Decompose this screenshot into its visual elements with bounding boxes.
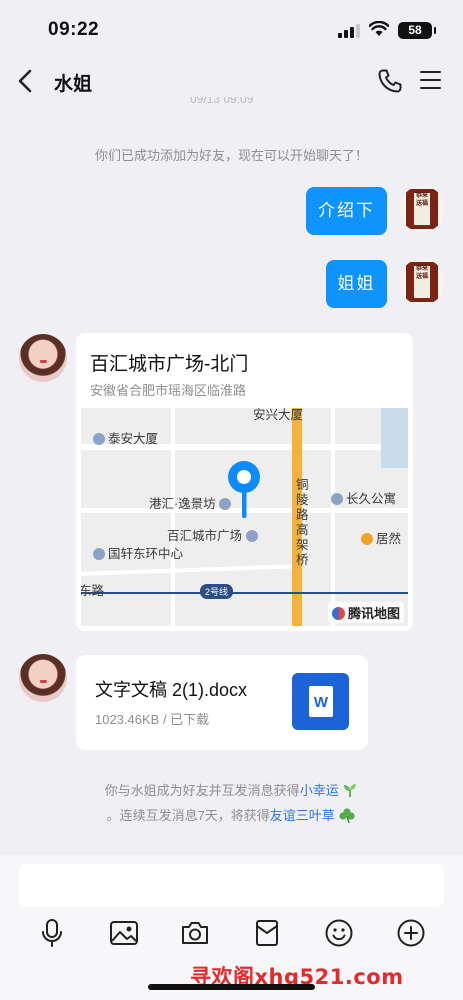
wifi-icon (369, 21, 389, 36)
lucky-link[interactable]: 小幸运 (300, 783, 339, 798)
phone-icon[interactable] (377, 68, 403, 94)
home-indicator (148, 984, 315, 990)
map-label: 国轩东环中心 (93, 543, 183, 562)
map-label: 长久公寓 (331, 488, 396, 507)
emoji-icon[interactable] (324, 918, 354, 948)
file-card[interactable]: 文字文稿 2(1).docx 1023.46KB / 已下载 W (76, 655, 368, 750)
map-logo: 腾讯地图 (327, 602, 404, 623)
contact-avatar[interactable] (19, 334, 67, 382)
clover-link[interactable]: 友谊三叶草 (270, 808, 335, 823)
map-label: 泰安大厦 (93, 428, 158, 447)
self-avatar[interactable]: 恭来送福 (399, 186, 445, 232)
system-message: 你们已成功添加为好友，现在可以开始聊天了！ (94, 148, 368, 163)
file-meta: 1023.46KB / 已下载 (95, 712, 210, 727)
sprout-icon (344, 784, 357, 797)
input-area: 寻欢阁xhg521.com (0, 855, 463, 1000)
map-preview[interactable]: 2号线 安兴大厦 泰安大厦 港汇·逸景坊 铜陵路高架桥 长久公寓 百汇城市广场 … (81, 408, 408, 626)
battery-icon: 58 (398, 22, 436, 39)
timestamp: 09/13 09:09 (190, 97, 254, 105)
word-file-icon: W (292, 673, 349, 730)
self-avatar[interactable]: 恭来送福 (399, 259, 445, 305)
location-address: 安徽省合肥市瑶海区临淮路 (90, 383, 247, 398)
plus-icon[interactable] (396, 918, 426, 948)
back-icon[interactable] (14, 66, 40, 96)
map-label: 铜陵路高架桥 (296, 478, 309, 567)
status-time: 09:22 (48, 19, 100, 40)
clover-icon (339, 808, 356, 824)
camera-icon[interactable] (180, 918, 210, 948)
map-label: 东路 (81, 584, 105, 598)
status-bar: 09:22 58 (0, 0, 463, 58)
image-icon[interactable] (109, 918, 139, 948)
map-label: 安兴大厦 (253, 408, 304, 422)
compass-icon (331, 607, 345, 620)
chat-title: 水姐 (54, 74, 93, 95)
microphone-icon[interactable] (37, 918, 67, 948)
signal-icon (338, 24, 360, 38)
luck-message-line2: 。连续互发消息7天，将获得友谊三叶草 (0, 805, 463, 824)
outgoing-message[interactable]: 姐姐 (326, 260, 387, 308)
location-pin-icon (228, 461, 260, 518)
location-name: 百汇城市广场-北门 (90, 354, 249, 375)
outgoing-message[interactable]: 介绍下 (306, 187, 387, 235)
metro-line-badge: 2号线 (200, 584, 234, 599)
map-label: 百汇城市广场 (167, 525, 261, 544)
luck-message-line1: 你与水姐成为好友并互发消息获得小幸运 (0, 780, 463, 799)
map-label: 居然 (361, 528, 401, 547)
menu-icon[interactable] (420, 71, 441, 90)
location-card[interactable]: 百汇城市广场-北门 安徽省合肥市瑶海区临淮路 2号线 安兴大厦 泰安大厦 港汇·… (76, 333, 413, 631)
red-packet-icon[interactable] (252, 918, 282, 948)
message-input[interactable] (19, 864, 444, 907)
contact-avatar[interactable] (19, 654, 67, 702)
file-name: 文字文稿 2(1).docx (95, 680, 248, 700)
